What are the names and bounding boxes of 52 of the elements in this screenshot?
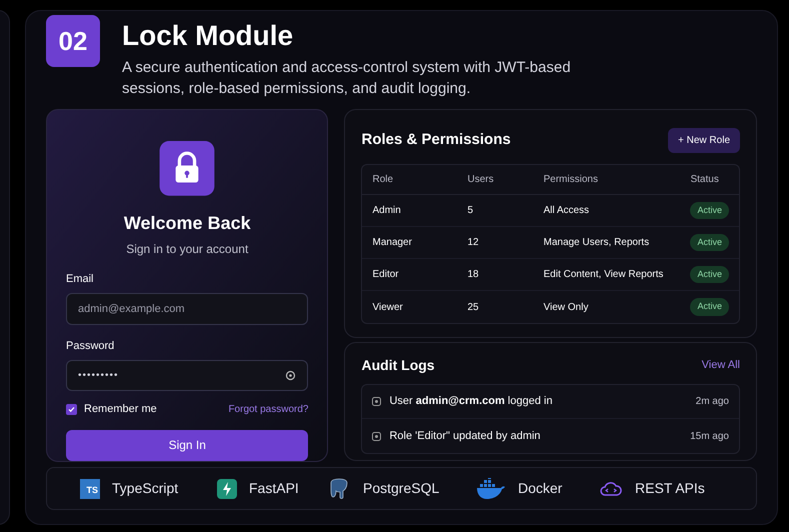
remember-checkbox[interactable] [66,404,77,416]
tech-label: REST APIs [635,479,705,498]
log-message: User admin@crm.com logged in [389,394,554,410]
table-cell-text: Edit Content, View Reports [543,268,664,282]
table-cell-text: 25 [467,300,480,314]
log-message: Role 'Editor" updated by admin [389,428,542,444]
tech-label: Docker [518,479,562,498]
email-field[interactable]: admin@example.com [66,293,308,325]
log-icon [372,432,382,440]
table-cell-text: 5 [467,204,474,218]
module-description: A secure authentication and access-control system with JWT-based sessions, role-based permissions, and audit logging. [122,58,572,99]
status-badge: Active [690,234,729,252]
module-number: 02 [46,15,100,67]
status-badge: Active [690,298,729,316]
log-time: 15m ago [690,430,729,444]
table-cell-text: Admin [372,204,402,218]
tech-label: FastAPI [249,479,299,498]
whale-icon [476,478,506,500]
module-title: Lock Module [122,19,294,53]
forgot-password-link[interactable]: Forgot password? [228,402,308,418]
tech-label: PostgreSQL [363,479,440,498]
view-all-link[interactable]: View All [702,357,740,374]
table-cell-text: All Access [543,204,590,218]
password-field[interactable]: ••••••••• [66,360,308,392]
login-subtitle: Sign in to your account [126,240,248,258]
bolt-icon [217,478,237,498]
status-badge: Active [690,266,729,284]
roles-title: Roles & Permissions [361,130,511,150]
table-cell-text: 18 [467,268,480,282]
table-cell-text: Manager [372,236,413,250]
log-time: 2m ago [696,395,729,409]
table-cell-text: View Only [543,300,590,314]
table-cell-text: Viewer [372,300,404,314]
column-header: Status [690,173,720,187]
status-badge: Active [690,202,729,220]
typescript-logo: TS [80,478,100,498]
email-label: Email [66,272,94,287]
remember-label: Remember me [84,402,157,418]
lock-icon [158,141,216,196]
sign-in-button[interactable]: Sign In [66,430,308,462]
column-header: Role [372,173,394,187]
password-label: Password [66,338,114,354]
table-cell-text: Manage Users, Reports [543,236,650,250]
column-header: Users [467,173,495,187]
new-role-button[interactable]: + New Role [668,128,740,153]
audit-title: Audit Logs [361,356,435,375]
column-header: Permissions [543,173,599,187]
log-icon [372,397,382,406]
table-cell-text: 12 [467,236,480,250]
login-title: Welcome Back [124,212,251,235]
table-cell-text: Editor [372,268,400,282]
tech-label: TypeScript [112,479,178,498]
